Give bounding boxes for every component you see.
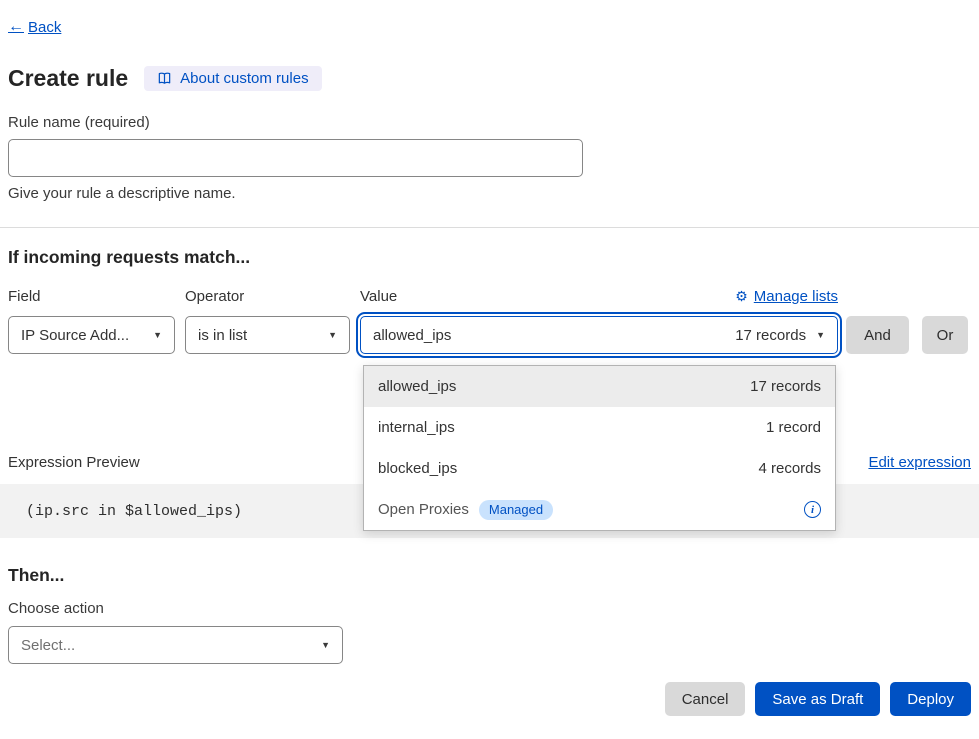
about-custom-rules-link[interactable]: About custom rules [144,66,321,91]
expression-code-text: (ip.src in $allowed_ips) [26,503,242,520]
match-controls-row: IP Source Add... ▼ is in list ▼ allowed_… [8,316,971,354]
then-section-title: Then... [8,564,971,586]
about-custom-rules-label: About custom rules [180,70,308,87]
book-icon [157,71,172,86]
operator-label: Operator [185,288,360,305]
list-item-left: Open Proxies Managed [378,500,553,520]
edit-expression-link[interactable]: Edit expression [868,454,971,472]
section-divider [0,227,979,228]
chevron-down-icon: ▼ [321,640,330,650]
rule-name-helper: Give your rule a descriptive name. [8,185,971,203]
field-select-value: IP Source Add... [21,327,129,344]
footer-actions: Cancel Save as Draft Deploy [8,682,971,716]
choose-action-label: Choose action [8,600,971,618]
list-item-name: blocked_ips [378,460,457,477]
list-item-blocked-ips[interactable]: blocked_ips 4 records [364,448,835,489]
list-item-name: allowed_ips [378,378,456,395]
list-item-allowed-ips[interactable]: allowed_ips 17 records [364,366,835,407]
page-title: Create rule [8,64,128,92]
back-arrow-icon: ← [8,18,24,36]
manage-lists-link[interactable]: Manage lists [754,288,838,305]
action-select[interactable]: Select... ▼ [8,626,343,664]
save-as-draft-button[interactable]: Save as Draft [755,682,880,716]
value-combobox-text: allowed_ips [373,327,451,344]
list-item-open-proxies[interactable]: Open Proxies Managed i [364,489,835,530]
operator-select[interactable]: is in list ▼ [185,316,350,354]
or-button[interactable]: Or [922,316,968,354]
managed-badge: Managed [479,500,553,520]
list-item-meta: 17 records [750,378,821,395]
expression-preview-label: Expression Preview [8,454,140,472]
list-item-meta: 1 record [766,419,821,436]
value-dropdown-list: allowed_ips 17 records internal_ips 1 re… [363,365,836,531]
value-records-count: 17 records [735,327,806,344]
deploy-button[interactable]: Deploy [890,682,971,716]
action-select-placeholder: Select... [21,637,75,654]
chevron-down-icon: ▼ [816,330,825,340]
value-combobox[interactable]: allowed_ips 17 records ▼ [360,316,838,354]
info-icon[interactable]: i [804,501,821,518]
and-button[interactable]: And [846,316,909,354]
title-row: Create rule About custom rules [8,64,971,92]
chevron-down-icon: ▼ [328,330,337,340]
chevron-down-icon: ▼ [153,330,162,340]
field-select[interactable]: IP Source Add... ▼ [8,316,175,354]
rule-name-input[interactable] [8,139,583,177]
back-link-label: Back [28,19,61,36]
back-link[interactable]: ← Back [8,18,61,36]
cancel-button[interactable]: Cancel [665,682,746,716]
create-rule-page: ← Back Create rule About custom rules Ru… [0,0,979,739]
list-item-internal-ips[interactable]: internal_ips 1 record [364,407,835,448]
operator-select-value: is in list [198,327,247,344]
field-label: Field [8,288,185,305]
value-label: Value [360,288,735,305]
value-combobox-right: 17 records ▼ [735,327,825,344]
rule-name-label: Rule name (required) [8,114,971,132]
match-labels-row: Field Operator Value ⚙ Manage lists [8,288,838,305]
match-section-title: If incoming requests match... [8,246,971,268]
list-item-name: Open Proxies [378,501,469,518]
manage-lists: ⚙ Manage lists [735,288,838,305]
list-item-meta: 4 records [758,460,821,477]
gear-icon: ⚙ [735,288,748,305]
list-item-name: internal_ips [378,419,455,436]
